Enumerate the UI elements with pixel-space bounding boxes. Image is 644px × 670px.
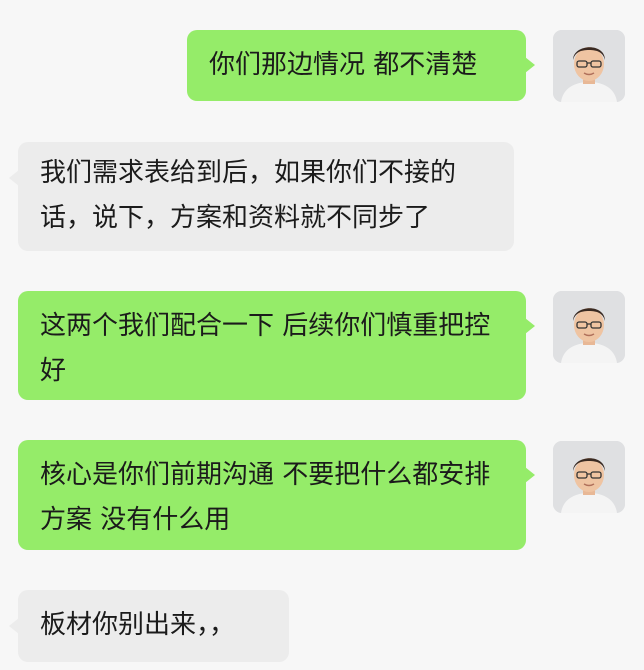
user-avatar-icon[interactable] <box>553 441 625 513</box>
user-avatar-icon[interactable] <box>553 291 625 363</box>
message-bubble-received[interactable]: 板材你别出来，， <box>9 590 289 662</box>
message-text: 我们需求表给到后，如果你们不接的话，说下，方案和资料就不同步了 <box>40 158 457 233</box>
avatar-portrait-icon <box>553 441 625 513</box>
avatar-portrait-icon <box>553 291 625 363</box>
user-avatar-icon[interactable] <box>553 30 625 102</box>
bubble-tail <box>525 467 535 483</box>
message-bubble-sent[interactable]: 这两个我们配合一下 后续你们慎重把控好 <box>18 291 535 400</box>
message-text: 这两个我们配合一下 后续你们慎重把控好 <box>40 311 491 386</box>
message-bubble-received[interactable]: 我们需求表给到后，如果你们不接的话，说下，方案和资料就不同步了 <box>9 142 514 251</box>
message-bubble-sent[interactable]: 你们那边情况 都不清楚 <box>187 30 535 101</box>
message-text: 板材你别出来，， <box>40 610 236 640</box>
message-text: 核心是你们前期沟通 不要把什么都安排方案 没有什么用 <box>40 460 491 535</box>
bubble-tail <box>525 318 535 334</box>
message-text: 你们那边情况 都不清楚 <box>209 50 478 80</box>
avatar-portrait-icon <box>553 30 625 102</box>
bubble-tail <box>9 618 19 634</box>
bubble-tail <box>525 57 535 73</box>
bubble-tail <box>9 170 19 186</box>
message-bubble-sent[interactable]: 核心是你们前期沟通 不要把什么都安排方案 没有什么用 <box>18 440 535 550</box>
